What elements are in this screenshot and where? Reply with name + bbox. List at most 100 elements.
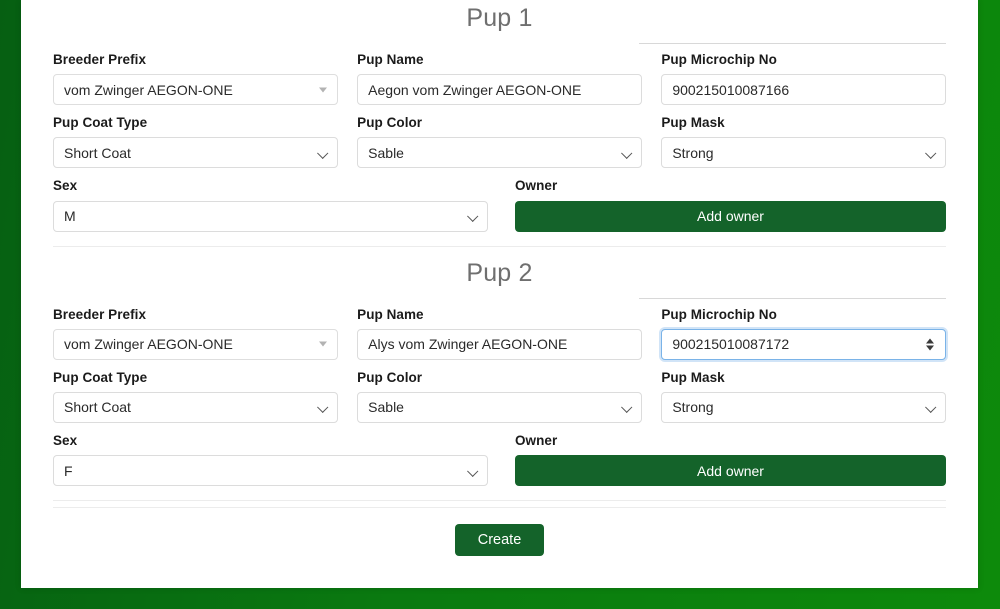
pup-2-section-divider [53, 500, 946, 502]
pup-2-row-3: Sex F Owner Add owner [53, 432, 946, 487]
chevron-down-icon [925, 147, 937, 159]
pup-2-color-group: Pup Color Sable [357, 370, 642, 423]
pup-1-owner-group: Owner Add owner [515, 178, 946, 232]
pup-2-pup-name-label: Pup Name [357, 306, 424, 322]
chevron-down-icon [318, 341, 327, 347]
pup-1-breeder-prefix-group: Breeder Prefix vom Zwinger AEGON-ONE [53, 52, 338, 106]
pup-1-breeder-prefix-label: Breeder Prefix [53, 52, 146, 67]
chevron-down-icon [316, 147, 329, 159]
pup-1-coat-type-value: Short Coat [64, 144, 131, 161]
pup-1-mask-value: Strong [672, 144, 714, 161]
form-footer-divider [53, 507, 946, 509]
pup-1-sex-label: Sex [53, 178, 78, 194]
pup-1-row-3: Sex M Owner Add owner [53, 178, 946, 232]
create-button-row: Create [53, 524, 946, 557]
pup-2-microchip-input[interactable]: 900215010087172 [661, 328, 946, 360]
pup-1-color-label: Pup Color [357, 115, 423, 131]
pup-2-add-owner-button[interactable]: Add owner [515, 455, 946, 487]
chevron-down-icon [316, 402, 329, 414]
form-inner: Pup 1 Breeder Prefix vom Zwinger AEGON-O… [21, 0, 978, 588]
pup-1-color-select[interactable]: Sable [357, 137, 642, 169]
number-stepper-icon[interactable] [923, 336, 936, 353]
pup-2-row-1: Breeder Prefix vom Zwinger AEGON-ONE Pup… [53, 307, 946, 360]
pup-1-microchip-value: 900215010087166 [672, 81, 790, 98]
pup-1-section-divider [53, 245, 946, 247]
pup-1-pup-name-value: Aegon vom Zwinger AEGON-ONE [368, 81, 582, 98]
create-button[interactable]: Create [454, 524, 545, 557]
app-background: Pup 1 Breeder Prefix vom Zwinger AEGON-O… [0, 0, 1000, 609]
pup-1-mask-select[interactable]: Strong [661, 137, 946, 169]
pup-1-breeder-prefix-select[interactable]: vom Zwinger AEGON-ONE [53, 74, 338, 106]
pup-1-pup-name-group: Pup Name Aegon vom Zwinger AEGON-ONE [357, 52, 642, 106]
pup-2-coat-type-value: Short Coat [64, 399, 131, 416]
pup-2-coat-type-label: Pup Coat Type [53, 369, 148, 385]
chevron-down-icon [620, 147, 633, 159]
pup-1-sex-group: Sex M [53, 178, 488, 232]
pup-2-sex-select[interactable]: F [53, 455, 488, 487]
chevron-down-icon [925, 402, 937, 414]
pup-2-owner-group: Owner Add owner [515, 432, 946, 487]
pup-1-mask-group: Pup Mask Strong [661, 115, 946, 169]
pup-2-breeder-prefix-value: vom Zwinger AEGON-ONE [64, 336, 233, 353]
pup-2-mask-value: Strong [672, 399, 714, 416]
pup-2-owner-label: Owner [515, 432, 558, 448]
form-card: Pup 1 Breeder Prefix vom Zwinger AEGON-O… [21, 0, 978, 588]
pup-2-color-value: Sable [368, 399, 404, 416]
pup-1-sex-select[interactable]: M [53, 200, 488, 232]
pup-1-color-group: Pup Color Sable [357, 115, 642, 169]
pup-1-microchip-input[interactable]: 900215010087166 [661, 74, 946, 106]
pup-1-owner-label: Owner [515, 178, 558, 194]
pup-2-mask-select[interactable]: Strong [661, 391, 946, 423]
pup-1-mask-label: Pup Mask [661, 115, 725, 131]
pup-2-pup-name-group: Pup Name Alys vom Zwinger AEGON-ONE [357, 307, 642, 360]
pup-1-row-2: Pup Coat Type Short Coat Pup Color Sable [53, 115, 946, 169]
pup-1-breeder-prefix-value: vom Zwinger AEGON-ONE [64, 81, 233, 98]
pup-2-mask-group: Pup Mask Strong [661, 370, 946, 423]
pup-1-column-divider [639, 43, 946, 44]
pup-2-breeder-prefix-select[interactable]: vom Zwinger AEGON-ONE [53, 328, 338, 360]
pup-1-color-value: Sable [368, 144, 404, 161]
pup-2-color-select[interactable]: Sable [357, 391, 642, 423]
pup-2-coat-type-select[interactable]: Short Coat [53, 391, 338, 423]
pup-1-row-1: Breeder Prefix vom Zwinger AEGON-ONE Pup… [53, 52, 946, 106]
pup-2-title: Pup 2 [466, 258, 533, 287]
pup-2-microchip-group: Pup Microchip No 900215010087172 [661, 307, 946, 360]
chevron-down-icon [318, 87, 327, 93]
pup-2-microchip-value: 900215010087172 [672, 336, 790, 353]
pup-1-pup-name-label: Pup Name [357, 52, 424, 67]
pup-2-breeder-prefix-label: Breeder Prefix [53, 306, 146, 322]
pup-1-title: Pup 1 [466, 4, 533, 32]
chevron-down-icon [467, 210, 479, 223]
pup-2-column-divider [639, 297, 946, 299]
pup-1-add-owner-button[interactable]: Add owner [515, 200, 946, 232]
pup-2-sex-group: Sex F [53, 432, 488, 487]
stepper-up-icon[interactable] [925, 338, 934, 344]
pup-1-microchip-group: Pup Microchip No 900215010087166 [661, 52, 946, 106]
pup-1-coat-type-select[interactable]: Short Coat [53, 137, 338, 169]
pup-1-pup-name-input[interactable]: Aegon vom Zwinger AEGON-ONE [357, 74, 642, 106]
pup-2-pup-name-value: Alys vom Zwinger AEGON-ONE [368, 336, 568, 353]
pup-1-coat-type-group: Pup Coat Type Short Coat [53, 115, 338, 169]
pup-1-coat-type-label: Pup Coat Type [53, 115, 148, 131]
pup-2-pup-name-input[interactable]: Alys vom Zwinger AEGON-ONE [357, 328, 642, 360]
pup-2-mask-label: Pup Mask [661, 369, 725, 385]
chevron-down-icon [620, 402, 633, 414]
pup-1-sex-value: M [64, 208, 76, 225]
pup-2-row-2: Pup Coat Type Short Coat Pup Color Sable [53, 370, 946, 423]
chevron-down-icon [467, 465, 479, 477]
stepper-down-icon[interactable] [925, 345, 934, 351]
pup-2-sex-label: Sex [53, 432, 78, 448]
pup-2-breeder-prefix-group: Breeder Prefix vom Zwinger AEGON-ONE [53, 307, 338, 360]
pup-2-sex-value: F [64, 462, 73, 479]
pup-2-color-label: Pup Color [357, 369, 423, 385]
